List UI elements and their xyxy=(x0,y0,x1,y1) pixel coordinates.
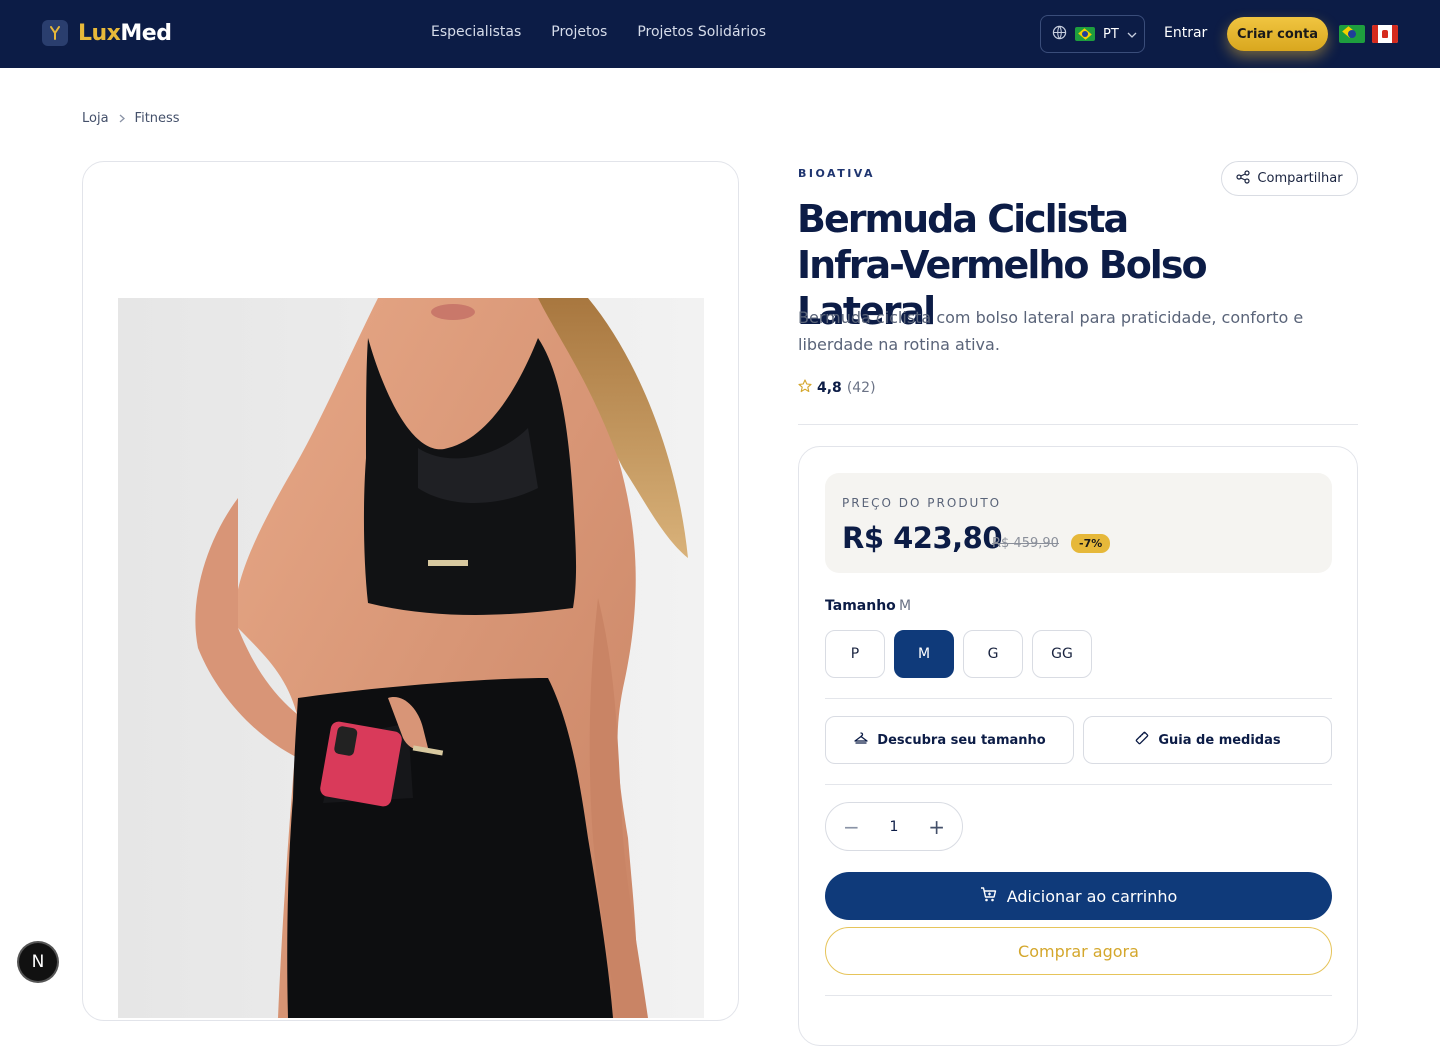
find-size-label: Descubra seu tamanho xyxy=(877,732,1046,748)
size-option-m[interactable]: M xyxy=(894,630,954,678)
nav-projetos[interactable]: Projetos xyxy=(551,24,607,40)
product-description: Bermuda ciclista com bolso lateral para … xyxy=(798,308,1304,354)
quantity-value[interactable]: 1 xyxy=(890,819,899,835)
breadcrumb-loja[interactable]: Loja xyxy=(82,111,109,126)
logo-text-lux: Lux xyxy=(78,20,121,46)
add-to-cart-button[interactable]: Adicionar ao carrinho xyxy=(825,872,1332,920)
language-selector[interactable]: PT xyxy=(1040,15,1145,53)
review-count: (42) xyxy=(846,380,876,396)
divider xyxy=(825,698,1332,699)
chevron-down-icon xyxy=(1127,27,1137,42)
product-brand[interactable]: BIOATIVA xyxy=(798,167,875,180)
selected-size-value: M xyxy=(899,598,912,614)
rating-value: 4,8 xyxy=(817,380,842,396)
signup-button[interactable]: Criar conta xyxy=(1227,17,1328,51)
login-link[interactable]: Entrar xyxy=(1164,25,1207,41)
share-icon xyxy=(1236,169,1251,188)
size-guide-label: Guia de medidas xyxy=(1158,732,1281,748)
logo-icon xyxy=(42,20,68,46)
size-option-p[interactable]: P xyxy=(825,630,885,678)
find-size-button[interactable]: Descubra seu tamanho xyxy=(825,716,1074,764)
divider xyxy=(825,995,1332,996)
size-guide-button[interactable]: Guia de medidas xyxy=(1083,716,1332,764)
nav-especialistas[interactable]: Especialistas xyxy=(431,24,521,40)
product-rating[interactable]: 4,8 (42) xyxy=(798,379,876,397)
star-icon xyxy=(798,379,812,397)
ruler-icon xyxy=(1134,730,1150,750)
size-tools: Descubra seu tamanho Guia de medidas xyxy=(825,716,1332,764)
language-code: PT xyxy=(1103,26,1119,42)
size-option-gg[interactable]: GG xyxy=(1032,630,1092,678)
quantity-stepper: − 1 + xyxy=(825,802,963,851)
current-price: R$ 423,80 xyxy=(842,521,1003,555)
size-options: P M G GG xyxy=(825,630,1092,678)
canada-flag-icon[interactable] xyxy=(1372,25,1398,43)
size-label: Tamanho xyxy=(825,598,896,614)
brazil-flag-icon[interactable] xyxy=(1339,25,1365,43)
price-label: PREÇO DO PRODUTO xyxy=(842,496,1002,510)
original-price: R$ 459,90 xyxy=(992,536,1059,551)
cart-icon xyxy=(980,886,997,907)
logo-text-med: Med xyxy=(120,20,172,46)
globe-icon xyxy=(1052,25,1067,44)
discount-badge: -7% xyxy=(1071,534,1111,553)
divider xyxy=(798,424,1358,425)
main-nav: Especialistas Projetos Projetos Solidári… xyxy=(431,24,766,40)
price-box: PREÇO DO PRODUTO R$ 423,80 R$ 459,90 -7% xyxy=(825,473,1332,573)
breadcrumb: Loja Fitness xyxy=(82,111,180,126)
share-button[interactable]: Compartilhar xyxy=(1221,161,1358,196)
top-navigation-bar: LuxMed Especialistas Projetos Projetos S… xyxy=(0,0,1440,68)
minus-icon[interactable]: − xyxy=(843,817,860,837)
product-photo[interactable] xyxy=(118,298,704,1018)
purchase-card: PREÇO DO PRODUTO R$ 423,80 R$ 459,90 -7%… xyxy=(798,446,1358,1046)
product-image-card xyxy=(82,161,739,1021)
breadcrumb-fitness[interactable]: Fitness xyxy=(135,111,180,126)
dev-tools-badge[interactable]: N xyxy=(19,943,57,981)
hanger-icon xyxy=(853,730,869,750)
share-label: Compartilhar xyxy=(1257,171,1343,186)
nav-projetos-solidarios[interactable]: Projetos Solidários xyxy=(637,24,766,40)
size-option-g[interactable]: G xyxy=(963,630,1023,678)
flag-switcher xyxy=(1339,25,1398,43)
divider xyxy=(825,784,1332,785)
buy-now-button[interactable]: Comprar agora xyxy=(825,927,1332,975)
logo[interactable]: LuxMed xyxy=(42,20,172,46)
plus-icon[interactable]: + xyxy=(928,817,945,837)
logo-text: LuxMed xyxy=(78,20,172,46)
brazil-flag-icon xyxy=(1075,27,1095,41)
chevron-right-icon xyxy=(119,112,125,126)
add-to-cart-label: Adicionar ao carrinho xyxy=(1006,886,1178,906)
